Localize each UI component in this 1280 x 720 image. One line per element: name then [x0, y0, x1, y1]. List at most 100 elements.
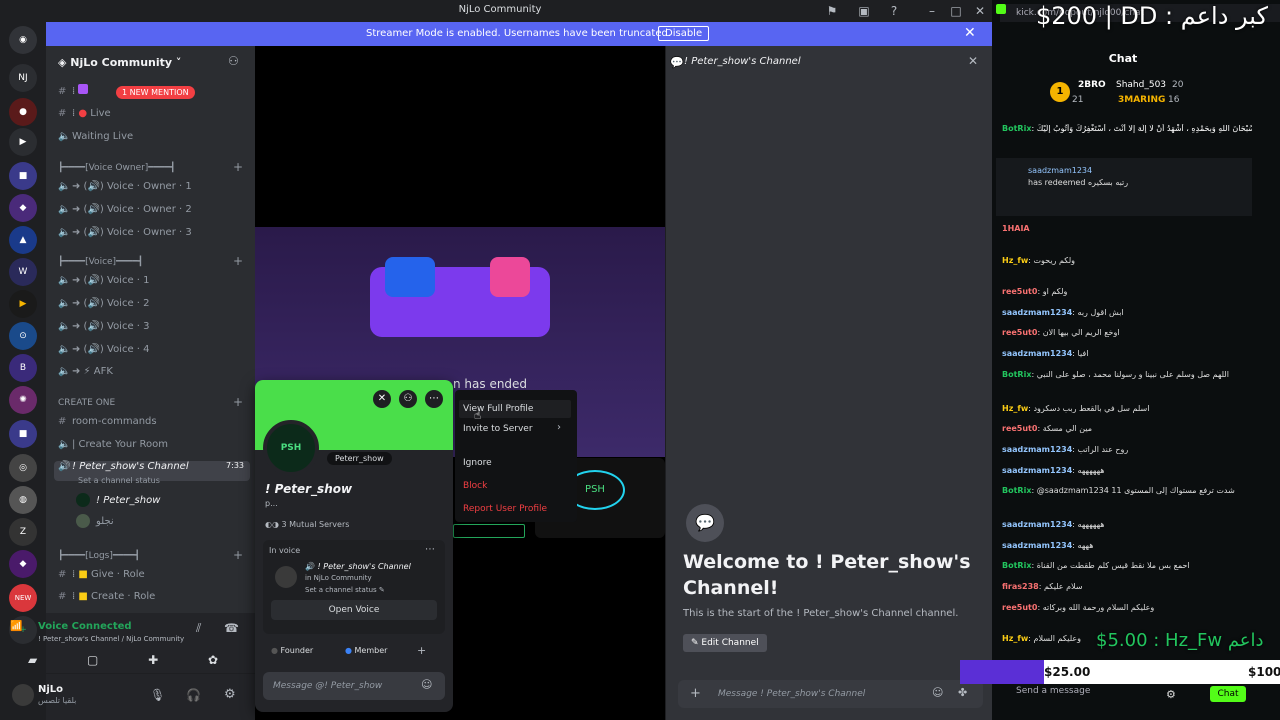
close-banner-icon[interactable]: ✕ — [964, 25, 976, 41]
server-icon[interactable]: Z — [9, 518, 37, 546]
category-logs[interactable]: ┣━━━━[Logs]━━━━┫ — [58, 551, 140, 561]
minimize-icon[interactable]: – — [924, 3, 940, 19]
add-role-icon[interactable]: + — [417, 644, 426, 657]
server-icon[interactable]: ● — [9, 98, 37, 126]
channel-item-create-role[interactable]: # ⁞ ■ Create · Role — [58, 591, 248, 611]
disconnect-icon[interactable]: ☎ — [224, 621, 239, 635]
emoji-icon[interactable]: ☺ — [932, 686, 943, 699]
leaderboard-item[interactable]: 2BRO — [1078, 80, 1106, 90]
role-member[interactable]: ● Member — [345, 646, 387, 655]
edit-channel-button[interactable]: ✎ Edit Channel — [683, 634, 767, 652]
close-icon[interactable]: ✕ — [968, 54, 978, 68]
settings-icon[interactable]: ⚙ — [1166, 688, 1176, 701]
voice-channel[interactable]: 🔈 ➜ (🔊) Voice · Owner · 1 — [58, 181, 248, 201]
chat-message[interactable]: Hz_fw: ولكم ريحوت — [1002, 256, 1252, 265]
server-icon[interactable]: ■ — [9, 420, 37, 448]
voice-channel-create-room[interactable]: 🔈 | Create Your Room — [58, 439, 248, 459]
more-icon[interactable]: ⋯ — [425, 544, 435, 555]
role-founder[interactable]: ● Founder — [271, 646, 313, 655]
chat-message[interactable]: saadzmam1234: ههههههه — [1002, 520, 1252, 529]
chat-message[interactable]: saadzmam1234: ابش اقول ربه — [1002, 308, 1252, 317]
maximize-icon[interactable]: □ — [948, 3, 964, 19]
chat-message[interactable]: BotRix: @saadzmam1234 شدت ترفع مستواك إل… — [1002, 486, 1252, 495]
new-server-icon[interactable]: NEW — [9, 584, 37, 612]
leaderboard-item[interactable]: Shahd_503 — [1116, 80, 1166, 90]
chat-message[interactable]: BotRix: احمع بس ملا نقط قيس كلم طقطت من … — [1002, 561, 1252, 570]
activities-icon[interactable]: ✚ — [148, 653, 158, 667]
profile-avatar[interactable]: PSH — [263, 420, 319, 476]
noise-suppression-icon[interactable]: ⫽ — [196, 621, 201, 636]
category-voice[interactable]: ┣━━━━[Voice]━━━━┫ — [58, 257, 143, 267]
voice-channel[interactable]: 🔈 ➜ (🔊) Voice · 4 — [58, 344, 248, 364]
message-input[interactable]: Message @! Peter_show — [263, 672, 445, 700]
mutual-servers[interactable]: ◐◑ 3 Mutual Servers — [265, 520, 349, 529]
server-icon[interactable]: ⊙ — [9, 322, 37, 350]
chat-message[interactable]: ree5ut0: مين الي مسكة — [1002, 424, 1252, 433]
settings-icon[interactable]: ⚙ — [224, 687, 236, 702]
voice-connected-label[interactable]: Voice Connected — [38, 621, 132, 632]
chat-message[interactable]: saadzmam1234: هههه — [1002, 541, 1252, 550]
discord-home-icon[interactable]: ◉ — [9, 26, 37, 54]
invite-icon[interactable]: ⚇ — [228, 54, 239, 68]
emoji-icon[interactable]: ☺ — [421, 678, 432, 691]
menu-block[interactable]: Block — [463, 481, 487, 491]
voice-channel[interactable]: 🔈 ➜ (🔊) Voice · 2 — [58, 298, 248, 318]
user-name[interactable]: NjLo — [38, 684, 63, 695]
category-create-one[interactable]: CREATE ONE — [58, 398, 115, 408]
voice-channel[interactable]: 🔈 ➜ (🔊) Voice · Owner · 3 — [58, 227, 248, 247]
menu-invite-to-server[interactable]: Invite to Server — [463, 424, 533, 434]
channel-item-waiting-live[interactable]: 🔈 Waiting Live — [58, 131, 248, 151]
inbox-icon[interactable]: ▣ — [856, 3, 872, 19]
channel-item-give-role[interactable]: # ⁞ ■ Give · Role — [58, 569, 248, 589]
chat-message[interactable]: saadzmam1234: روح عند الراتب — [1002, 445, 1252, 454]
pin-icon[interactable]: ⚑ — [824, 3, 840, 19]
headphones-icon[interactable]: 🎧 — [186, 688, 201, 702]
soundboard-icon[interactable]: ✿ — [208, 653, 218, 667]
voice-channel[interactable]: 🔈 ➜ (🔊) Voice · Owner · 2 — [58, 204, 248, 224]
server-icon[interactable]: ▲ — [9, 226, 37, 254]
server-icon[interactable]: ◍ — [9, 486, 37, 514]
add-channel-icon[interactable]: + — [233, 395, 243, 409]
screen-share-icon[interactable]: ▢ — [87, 653, 98, 667]
server-icon[interactable]: W — [9, 258, 37, 286]
server-icon[interactable]: ◆ — [9, 194, 37, 222]
voice-channel-afk[interactable]: 🔈 ➜ ⚡ AFK — [58, 366, 248, 386]
more-icon[interactable]: ⋯ — [425, 390, 443, 408]
voice-channel-path[interactable]: ! Peter_show's Channel / NjLo Community — [38, 635, 184, 643]
server-icon[interactable]: ■ — [9, 162, 37, 190]
channel-status[interactable]: Set a channel status — [78, 476, 160, 485]
add-channel-icon[interactable]: + — [233, 160, 243, 174]
channel-item-live[interactable]: # ⁞ ● Live — [58, 108, 248, 128]
leaderboard-item[interactable]: 3MARING — [1118, 95, 1165, 105]
mic-icon[interactable]: 🎙 — [150, 688, 165, 702]
menu-report-user-profile[interactable]: Report User Profile — [463, 504, 547, 514]
chat-message[interactable]: ree5ut0: وعليكم السلام ورحمة الله وبركات… — [1002, 603, 1252, 612]
kick-chat-button[interactable]: Chat — [1210, 686, 1246, 702]
channel-item-room-commands[interactable]: # room-commands — [58, 416, 248, 436]
disable-button[interactable]: Disable — [658, 26, 710, 41]
add-friend-icon[interactable]: ⚇ — [399, 390, 417, 408]
server-icon[interactable]: B — [9, 354, 37, 382]
close-icon[interactable]: ✕ — [972, 3, 988, 19]
chat-message[interactable]: BotRix: سُبْحَانَ اللَّهِ وَبِحَمْدِهِ ،… — [1002, 124, 1252, 133]
open-voice-button[interactable]: Open Voice — [271, 600, 437, 620]
server-icon[interactable]: NJ — [9, 64, 37, 92]
redeem-user[interactable]: saadzmam1234 — [1028, 166, 1092, 175]
chat-message[interactable]: ree5ut0: ولكم او — [1002, 287, 1252, 296]
add-channel-icon[interactable]: + — [233, 254, 243, 268]
chat-message[interactable]: firas238: سلام عليكم — [1002, 582, 1252, 591]
apps-icon[interactable]: ✤ — [958, 686, 967, 699]
chat-message[interactable]: ree5ut0: اوخع الريم الي بيها الان — [1002, 328, 1252, 337]
new-mention-badge[interactable]: 1 NEW MENTION — [116, 86, 195, 99]
voice-channel[interactable]: 🔈 ➜ (🔊) Voice · 3 — [58, 321, 248, 341]
voice-member[interactable]: نجلو — [76, 514, 236, 534]
avatar[interactable] — [12, 684, 34, 706]
add-channel-icon[interactable]: + — [233, 548, 243, 562]
server-icon[interactable]: ▶ — [9, 290, 37, 318]
chat-message[interactable]: saadzmam1234: ههههههه — [1002, 466, 1252, 475]
game-icon[interactable]: ✕ — [373, 390, 391, 408]
camera-icon[interactable]: ▰ — [28, 653, 37, 667]
guild-name[interactable]: ◈ NjLo Community ˅ — [58, 56, 181, 69]
signal-icon[interactable]: 📶 — [10, 621, 22, 632]
server-icon[interactable]: ✺ — [9, 386, 37, 414]
